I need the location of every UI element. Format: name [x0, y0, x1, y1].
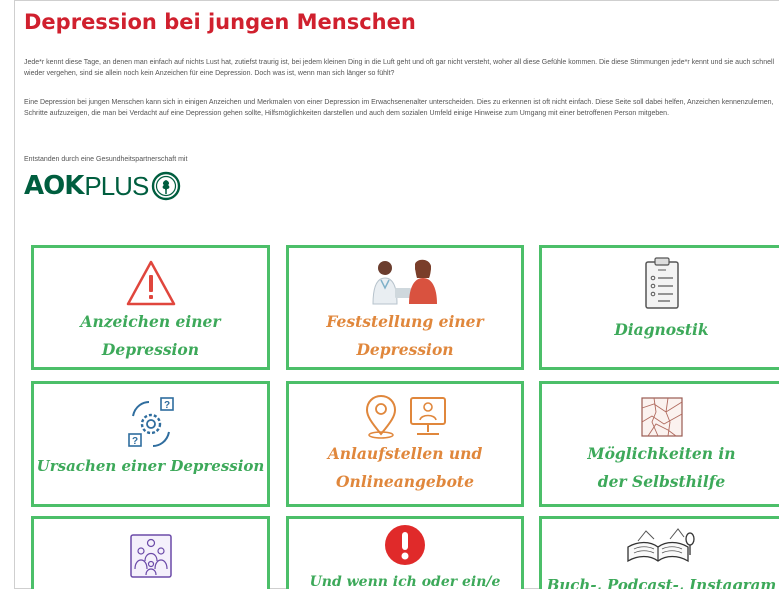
page: Depression bei jungen Menschen Jede*r ke…: [0, 0, 779, 589]
tile-label-line-2: Depression: [356, 340, 454, 359]
tile-label-line-1: Diagnostik: [614, 320, 709, 339]
tile-label-line-1: Anzeichen einer: [80, 312, 221, 331]
tile-label-line-1: Möglichkeiten in: [587, 444, 736, 463]
page-title: Depression bei jungen Menschen: [24, 10, 416, 34]
tile-label: Anlaufstellen und Onlineangebote: [328, 440, 483, 496]
tile-label: Ursachen einer Depression: [37, 452, 265, 480]
tile-label-line-2: Depression: [101, 340, 200, 359]
tile-diagnostik[interactable]: Diagnostik: [539, 245, 779, 370]
tile-label-line-1: Ursachen einer Depression: [36, 457, 265, 475]
tile-label-line-1: Buch-, Podcast-, Instagram: [546, 576, 777, 589]
book-and-microphone-icon: [624, 519, 700, 571]
tile-label: Anzeichen einer Depression: [80, 308, 220, 364]
clipboard-checklist-icon: [642, 248, 682, 312]
tile-label-line-1: Und wenn ich oder ein/e: [309, 574, 501, 589]
tile-row3-col1[interactable]: [31, 516, 270, 589]
logo-text-plus: PLUS: [84, 170, 149, 201]
tile-label: Feststellung einer Depression: [326, 308, 483, 364]
location-and-video-call-icon: [357, 384, 453, 440]
network-web-icon: [638, 384, 686, 440]
tile-label-line-1: Feststellung einer: [326, 312, 484, 331]
intro-paragraph-1: Jede*r kennt diese Tage, an denen man ei…: [24, 59, 775, 77]
tile-label-line-2: Onlineangebote: [336, 472, 474, 491]
warning-triangle-icon: [125, 248, 177, 308]
tile-label: Möglichkeiten in der Selbsthilfe: [587, 440, 735, 496]
tile-label: Diagnostik: [614, 316, 708, 344]
tile-label-line-1: Anlaufstellen und: [327, 444, 483, 463]
tile-anzeichen-einer-depression[interactable]: Anzeichen einer Depression: [31, 245, 270, 370]
aok-plus-logo[interactable]: AOK PLUS: [24, 169, 181, 203]
tile-anlaufstellen-und-onlineangebote[interactable]: Anlaufstellen und Onlineangebote: [286, 381, 524, 507]
partnership-credit: Entstanden durch eine Gesundheitspartner…: [24, 156, 188, 163]
tile-ursachen-einer-depression[interactable]: ? ? Ursachen einer Depression: [31, 381, 270, 507]
tile-und-wenn-ich-oder-ein-e[interactable]: Und wenn ich oder ein/e: [286, 516, 524, 589]
aok-tree-icon: [152, 171, 181, 201]
exclamation-circle-icon: [383, 519, 427, 567]
svg-text:?: ?: [163, 400, 169, 411]
tile-buch-podcast-instagram[interactable]: Buch-, Podcast-, Instagram: [539, 516, 779, 589]
group-of-people-icon: [128, 519, 174, 579]
tile-feststellung-einer-depression[interactable]: Feststellung einer Depression: [286, 245, 524, 370]
intro-paragraph-2: Eine Depression bei jungen Menschen kann…: [24, 99, 774, 117]
doctor-consultation-icon: [365, 248, 445, 308]
logo-text-aok: AOK: [24, 171, 84, 201]
svg-text:?: ?: [131, 436, 137, 447]
gear-question-cycle-icon: ? ?: [121, 384, 181, 450]
tile-label-line-2: der Selbsthilfe: [597, 472, 726, 491]
tile-label: Buch-, Podcast-, Instagram: [547, 573, 777, 589]
tile-label: Und wenn ich oder ein/e: [310, 571, 501, 589]
tile-moeglichkeiten-in-der-selbsthilfe[interactable]: Möglichkeiten in der Selbsthilfe: [539, 381, 779, 507]
